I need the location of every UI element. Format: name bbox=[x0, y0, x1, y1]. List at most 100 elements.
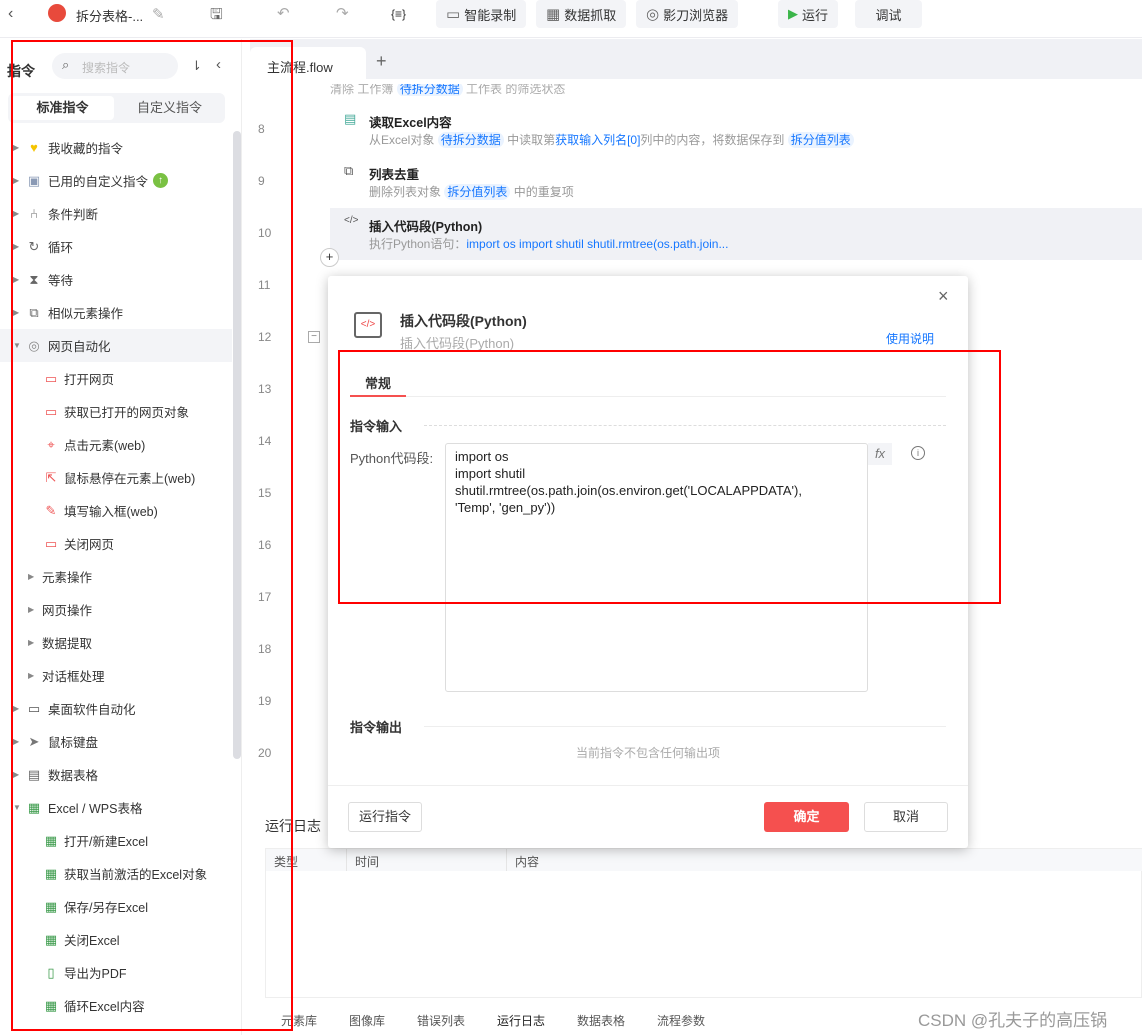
web-icon: ▭ bbox=[44, 403, 58, 419]
sidebar-item[interactable]: ▭ 获取已打开的网页对象 bbox=[0, 395, 232, 428]
bottom-tab[interactable]: 元素库 bbox=[281, 1012, 317, 1029]
collapse-icon[interactable]: ‹ bbox=[216, 56, 221, 73]
sidebar-item[interactable]: ✎ 填写输入框(web) bbox=[0, 494, 232, 527]
chrome-icon: ◎ bbox=[28, 337, 40, 353]
step-read-excel[interactable]: ▤ 读取Excel内容 从Excel对象 待拆分数据 中读取第获取输入列名[0]… bbox=[330, 104, 1142, 156]
sidebar-item[interactable]: ▶ ▤ 数据表格 bbox=[0, 758, 232, 791]
code-icon: </> bbox=[344, 215, 359, 226]
sidebar-item[interactable]: ▶ ➤ 鼠标键盘 bbox=[0, 725, 232, 758]
sidebar-item[interactable]: ▶ 网页操作 bbox=[0, 593, 232, 626]
caret-right-icon[interactable]: ▶ bbox=[13, 770, 19, 779]
redo-icon[interactable]: ↷ bbox=[336, 4, 349, 22]
input-section-title: 指令输入 bbox=[350, 419, 403, 434]
line-number: 13 bbox=[258, 382, 272, 396]
caret-right-icon[interactable]: ▶ bbox=[13, 737, 19, 746]
fx-button[interactable]: fx bbox=[868, 443, 892, 465]
close-icon[interactable]: × bbox=[938, 286, 949, 307]
line-number: 11 bbox=[258, 278, 271, 292]
sidebar-item[interactable]: ▦ 打开/新建Excel bbox=[0, 824, 232, 857]
caret-right-icon[interactable]: ▶ bbox=[28, 572, 34, 581]
code-field-label: Python代码段: bbox=[350, 451, 434, 466]
t: 删除列表对象 bbox=[369, 185, 442, 199]
sidebar-item[interactable]: ▦ 获取当前激活的Excel对象 bbox=[0, 857, 232, 890]
sidebar-item[interactable]: ▭ 打开网页 bbox=[0, 362, 232, 395]
bottom-tab[interactable]: 错误列表 bbox=[417, 1012, 465, 1029]
search-input[interactable]: ⌕ 搜索指令 bbox=[52, 53, 178, 79]
sidebar-item[interactable]: ▶ ⑃ 条件判断 bbox=[0, 197, 232, 230]
watermark: CSDN @孔夫子的高压锅 bbox=[918, 1011, 1108, 1030]
step-title: 列表去重 bbox=[369, 168, 420, 182]
sidebar-item[interactable]: ▶ 元素操作 bbox=[0, 560, 232, 593]
edit-icon[interactable]: ✎ bbox=[152, 5, 165, 23]
help-link[interactable]: 使用说明 bbox=[886, 330, 934, 347]
sidebar-item[interactable]: ▭ 关闭网页 bbox=[0, 527, 232, 560]
sidebar-item-label: 元素操作 bbox=[42, 571, 93, 585]
sidebar-item[interactable]: ▶ ♥ 我收藏的指令 bbox=[0, 131, 232, 164]
sidebar-item[interactable]: ▶ ▣ 已用的自定义指令 ↑ bbox=[0, 164, 232, 197]
sidebar-item[interactable]: ▼ ◎ 网页自动化 bbox=[0, 329, 232, 362]
save-icon[interactable]: 🖫 bbox=[210, 4, 223, 29]
caret-right-icon[interactable]: ▶ bbox=[28, 671, 34, 680]
sidebar-item[interactable]: ▶ 数据提取 bbox=[0, 626, 232, 659]
step-python[interactable]: </> 插入代码段(Python) 执行Python语句：import os i… bbox=[330, 208, 1142, 260]
info-icon[interactable]: i bbox=[911, 446, 925, 460]
label: 影刀浏览器 bbox=[663, 7, 729, 23]
divider bbox=[424, 726, 946, 727]
sidebar-item[interactable]: ▦ 循环Excel内容 bbox=[0, 989, 232, 1022]
caret-right-icon[interactable]: ▶ bbox=[13, 143, 19, 152]
code: import os import shutil shutil.rmtree(os… bbox=[466, 237, 729, 251]
bottom-tab[interactable]: 流程参数 bbox=[657, 1012, 705, 1029]
sort-icon[interactable]: ⇂ bbox=[191, 58, 202, 74]
caret-right-icon[interactable]: ▶ bbox=[28, 638, 34, 647]
tab-custom[interactable]: 自定义指令 bbox=[118, 96, 221, 120]
debug-button[interactable]: 调试 bbox=[855, 0, 922, 28]
undo-icon[interactable]: ↶ bbox=[277, 4, 290, 22]
tab-standard[interactable]: 标准指令 bbox=[11, 96, 114, 120]
sidebar-item[interactable]: ▼ ▦ Excel / WPS表格 bbox=[0, 791, 232, 824]
sidebar-item[interactable]: ⇱ 鼠标悬停在元素上(web) bbox=[0, 461, 232, 494]
browser-button[interactable]: ◎ 影刀浏览器 bbox=[636, 0, 739, 28]
top-bar: ‹ 拆分表格-... ✎ 🖫 ↶ ↷ {≡} ▭ 智能录制 ▦ 数据抓取 ◎ 影刀浏览… bbox=[0, 0, 1142, 38]
sidebar-item[interactable]: ▶ ▭ 桌面软件自动化 bbox=[0, 692, 232, 725]
caret-right-icon[interactable]: ▶ bbox=[13, 176, 19, 185]
add-step-button[interactable]: + bbox=[320, 248, 339, 267]
sidebar-item[interactable]: ⌖ 点击元素(web) bbox=[0, 428, 232, 461]
caret-down-icon[interactable]: ▼ bbox=[13, 341, 21, 350]
line-number: 15 bbox=[258, 486, 272, 500]
sidebar-item[interactable]: ▦ 关闭Excel bbox=[0, 923, 232, 956]
caret-right-icon[interactable]: ▶ bbox=[13, 704, 19, 713]
sidebar-item[interactable]: ▶ ↻ 循环 bbox=[0, 230, 232, 263]
sidebar-item-label: 关闭网页 bbox=[64, 538, 115, 552]
sidebar-item[interactable]: ▶ 对话框处理 bbox=[0, 659, 232, 692]
sidebar-item[interactable]: ▯ 导出为PDF bbox=[0, 956, 232, 989]
caret-right-icon[interactable]: ▶ bbox=[28, 605, 34, 614]
caret-down-icon[interactable]: ▼ bbox=[13, 803, 21, 812]
sidebar-scrollbar[interactable] bbox=[233, 131, 241, 759]
collapse-block-icon[interactable]: − bbox=[308, 331, 320, 343]
confirm-button[interactable]: 确定 bbox=[764, 802, 849, 832]
run-button[interactable]: ▶ 运行 bbox=[778, 0, 839, 28]
step-list-dedupe[interactable]: ⧉ 列表去重 删除列表对象 拆分值列表 中的重复项 bbox=[330, 156, 1142, 208]
caret-right-icon[interactable]: ▶ bbox=[13, 308, 19, 317]
bottom-tab[interactable]: 数据表格 bbox=[577, 1012, 625, 1029]
caret-right-icon[interactable]: ▶ bbox=[13, 242, 19, 251]
bottom-tab[interactable]: 图像库 bbox=[349, 1012, 385, 1029]
sidebar-item-label: 获取当前激活的Excel对象 bbox=[64, 868, 208, 882]
sidebar-item[interactable]: ▶ ⧗ 等待 bbox=[0, 263, 232, 296]
sidebar-item[interactable]: ▶ ⧉ 相似元素操作 bbox=[0, 296, 232, 329]
python-code-textarea[interactable]: import os import shutil shutil.rmtree(os… bbox=[445, 443, 868, 692]
variables-icon[interactable]: {≡} bbox=[391, 7, 406, 21]
cancel-button[interactable]: 取消 bbox=[864, 802, 948, 832]
bottom-tab[interactable]: 运行日志 bbox=[497, 1012, 545, 1029]
add-tab-icon[interactable]: + bbox=[376, 51, 387, 72]
copy-icon: ⧉ bbox=[344, 163, 354, 178]
data-scrape-button[interactable]: ▦ 数据抓取 bbox=[536, 0, 627, 28]
back-icon[interactable]: ‹ bbox=[8, 5, 13, 23]
sidebar-item[interactable]: ▦ 保存/另存Excel bbox=[0, 890, 232, 923]
run-command-button[interactable]: 运行指令 bbox=[348, 802, 422, 832]
tab-general[interactable]: 常规 bbox=[350, 367, 406, 397]
caret-right-icon[interactable]: ▶ bbox=[13, 275, 19, 284]
line-number: 9 bbox=[258, 174, 265, 188]
smart-record-button[interactable]: ▭ 智能录制 bbox=[436, 0, 527, 28]
caret-right-icon[interactable]: ▶ bbox=[13, 209, 19, 218]
